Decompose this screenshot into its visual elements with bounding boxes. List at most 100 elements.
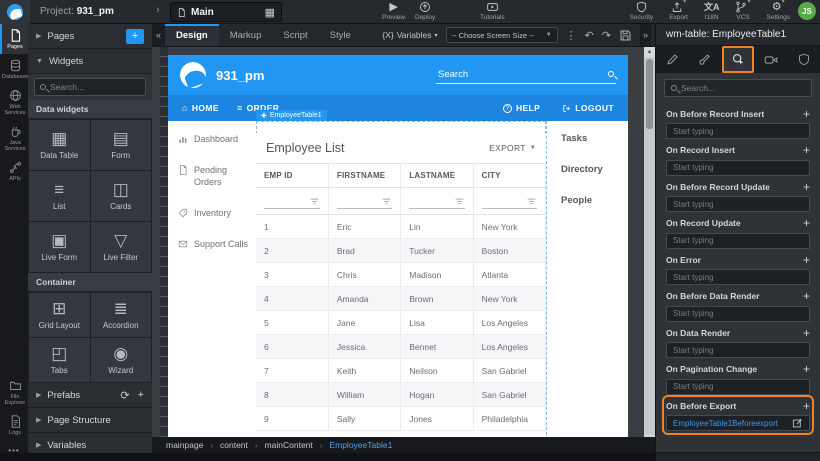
event-handler-input[interactable]: Start typing	[666, 123, 810, 139]
column-header[interactable]: EMP ID	[256, 164, 328, 188]
add-event-button[interactable]: +	[803, 328, 810, 338]
right-link[interactable]: Directory	[561, 164, 628, 175]
pages-section-header[interactable]: ▶ Pages +	[28, 24, 152, 49]
security-button[interactable]: Security	[630, 1, 653, 21]
column-header[interactable]: CITY	[473, 164, 545, 188]
widget-tile[interactable]: ⊞ Grid Layout	[29, 293, 90, 337]
collapse-panel-button[interactable]: «	[152, 24, 165, 46]
table-row[interactable]: 5 Jane Lisa Los Angeles	[256, 311, 546, 335]
tab-styles[interactable]	[689, 46, 722, 73]
add-event-button[interactable]: +	[803, 145, 810, 155]
event-handler-input[interactable]: Start typing	[666, 160, 810, 176]
wavemaker-logo[interactable]	[0, 0, 30, 24]
rail-item-apis[interactable]: APIs	[0, 156, 28, 186]
widget-tile[interactable]: ▣ Live Form	[29, 222, 90, 272]
pages-grid-icon[interactable]: ▦	[265, 6, 275, 19]
table-row[interactable]: 8 William Hogan San Gabriel	[256, 383, 546, 407]
sidebar-item-pending-orders[interactable]: Pending Orders	[178, 164, 256, 188]
column-filter-input[interactable]	[256, 188, 329, 214]
add-event-button[interactable]: +	[803, 182, 810, 192]
column-header[interactable]: LASTNAME	[401, 164, 473, 188]
user-avatar[interactable]: JS	[798, 2, 816, 20]
sidebar-item-support-calls[interactable]: Support Calls	[178, 238, 256, 250]
rail-item-web-services[interactable]: Web Services	[0, 84, 28, 120]
i18n-button[interactable]: 文A I18N	[704, 1, 720, 21]
widget-tile[interactable]: ▦ Data Table	[29, 120, 90, 170]
add-event-button[interactable]: +	[803, 291, 810, 301]
widget-tile[interactable]: ◰ Tabs	[29, 338, 90, 382]
column-filter-input[interactable]	[474, 188, 547, 214]
table-row[interactable]: 9 Sally Jones Philadelphia	[256, 407, 546, 431]
breadcrumb-item[interactable]: mainpage	[166, 440, 203, 450]
edit-script-icon[interactable]	[792, 418, 803, 429]
tab-security[interactable]	[787, 46, 820, 73]
widget-tile[interactable]: ▽ Live Filter	[91, 222, 152, 272]
deploy-button[interactable]: Deploy	[415, 1, 435, 21]
nav-item-logout[interactable]: LOGOUT	[562, 103, 614, 113]
more-options-button[interactable]: ⋮	[566, 29, 577, 42]
rail-item-logs[interactable]: Logs	[0, 410, 28, 440]
canvas-scrollbar[interactable]: ▲ ▼	[644, 47, 655, 445]
add-event-button[interactable]: +	[803, 218, 810, 228]
selected-table-widget[interactable]: ✚ EmployeeTable1 Employee List EXPORT▼ E…	[256, 121, 546, 445]
scrollbar-thumb[interactable]	[646, 59, 653, 129]
canvas-tab[interactable]: Style	[319, 24, 362, 46]
widget-search-input[interactable]: Search...	[34, 78, 146, 96]
events-search-input[interactable]: Search...	[664, 79, 812, 97]
rail-item-pages[interactable]: Pages	[0, 24, 28, 54]
widget-selection-tag[interactable]: ✚ EmployeeTable1	[256, 110, 327, 121]
table-row[interactable]: 1 Eric Lin New York	[256, 215, 546, 239]
add-event-button[interactable]: +	[803, 109, 810, 119]
save-button[interactable]	[619, 29, 632, 42]
canvas-tab[interactable]: Markup	[219, 24, 273, 46]
add-page-button[interactable]: +	[126, 29, 144, 44]
event-handler-input[interactable]: Start typing	[666, 379, 810, 395]
tab-mobile[interactable]	[754, 46, 787, 73]
column-header[interactable]: FIRSTNAME	[328, 164, 400, 188]
widgets-section-header[interactable]: ▼ Widgets	[28, 49, 152, 74]
expand-panel-button[interactable]: »	[640, 24, 651, 46]
settings-button[interactable]: ⚙▾ Settings	[767, 1, 791, 21]
undo-button[interactable]: ↶	[585, 29, 594, 42]
rail-item-databases[interactable]: Databases	[0, 54, 28, 84]
scroll-up-icon[interactable]: ▲	[644, 47, 655, 57]
add-event-button[interactable]: +	[803, 401, 810, 411]
sidebar-item-dashboard[interactable]: Dashboard	[178, 133, 256, 145]
nav-item-home[interactable]: ⌂HOME	[182, 103, 219, 113]
table-row[interactable]: 3 Chris Madison Atlanta	[256, 263, 546, 287]
redo-button[interactable]: ↷	[602, 29, 611, 42]
column-filter-input[interactable]	[329, 188, 402, 214]
tab-properties[interactable]	[656, 46, 689, 73]
vcs-button[interactable]: ▾ VCS	[735, 1, 750, 21]
widget-tile[interactable]: ▤ Form	[91, 120, 152, 170]
event-handler-input[interactable]: Start typing	[666, 233, 810, 249]
event-handler-value[interactable]: EmployeeTable1Beforeexport	[666, 415, 810, 431]
add-event-button[interactable]: +	[803, 364, 810, 374]
table-row[interactable]: 2 Brad Tucker Boston	[256, 239, 546, 263]
table-row[interactable]: 4 Amanda Brown New York	[256, 287, 546, 311]
event-handler-input[interactable]: Start typing	[666, 269, 810, 285]
app-search-input[interactable]: Search	[436, 67, 616, 84]
canvas-tab[interactable]: Design	[165, 24, 219, 46]
export-button[interactable]: ▾ Export	[669, 1, 688, 21]
event-handler-input[interactable]: Start typing	[666, 196, 810, 212]
widget-tile[interactable]: ≣ Accordion	[91, 293, 152, 337]
screen-size-select[interactable]: -- Choose Screen Size --▼	[446, 27, 558, 43]
column-filter-input[interactable]	[401, 188, 474, 214]
breadcrumb-current[interactable]: EmployeeTable1	[329, 440, 392, 450]
rail-item-java-services[interactable]: Java Services	[0, 120, 28, 156]
sidebar-item-inventory[interactable]: Inventory	[178, 207, 256, 219]
widget-tile[interactable]: ◉ Wizard	[91, 338, 152, 382]
add-event-button[interactable]: +	[803, 255, 810, 265]
tab-events[interactable]	[722, 46, 755, 73]
panel-section-header[interactable]: ▶ Page Structure	[28, 408, 152, 433]
export-button[interactable]: EXPORT▼	[489, 143, 536, 153]
table-row[interactable]: 7 Keith Neilson San Gabriel	[256, 359, 546, 383]
event-handler-input[interactable]: Start typing	[666, 306, 810, 322]
rail-item-file-explorer[interactable]: File Explorer	[0, 374, 28, 410]
widget-tile[interactable]: ≡ List	[29, 171, 90, 221]
preview-button[interactable]: ▶Preview	[382, 1, 405, 21]
event-handler-input[interactable]: Start typing	[666, 342, 810, 358]
breadcrumb-item[interactable]: mainContent	[265, 440, 313, 450]
page-selector[interactable]: Main ▦	[170, 2, 282, 22]
